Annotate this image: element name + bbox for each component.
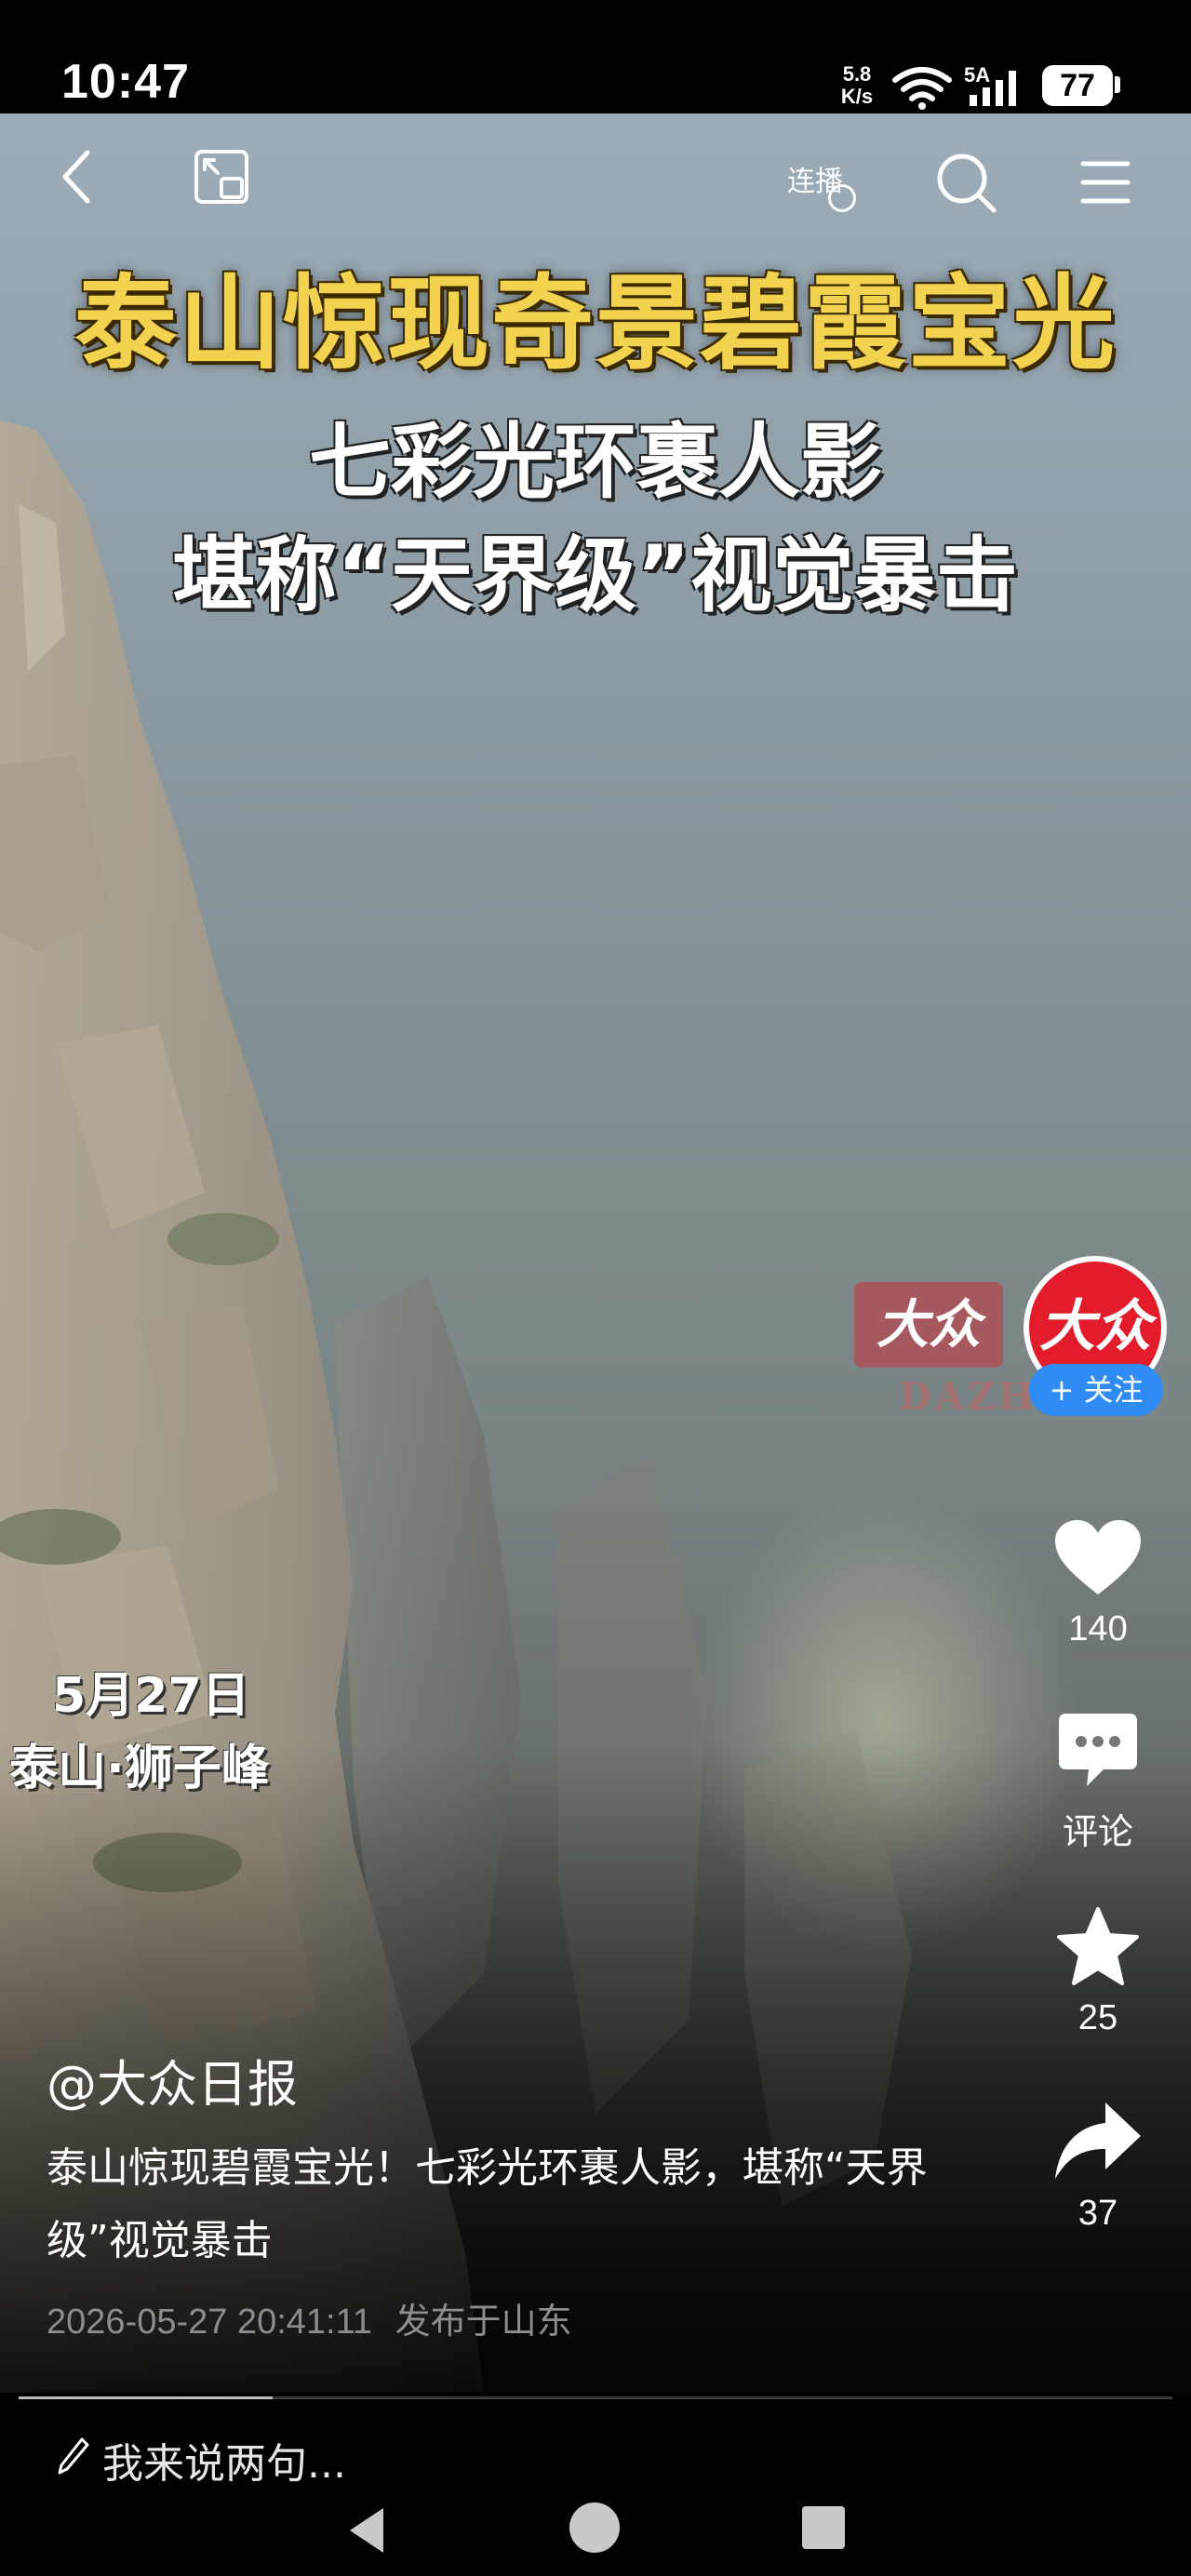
- status-time: 10:47: [61, 55, 190, 109]
- autoplay-off-icon: [828, 184, 856, 212]
- like-count: 140: [1068, 1609, 1128, 1648]
- pencil-icon: [58, 2437, 89, 2475]
- nav-recents-icon[interactable]: [802, 2506, 845, 2549]
- menu-icon[interactable]: [1079, 158, 1131, 207]
- favorite-button[interactable]: 25: [1042, 1905, 1154, 2038]
- share-icon: [1055, 2102, 1141, 2179]
- follow-button[interactable]: + 关注: [1029, 1364, 1163, 1416]
- signal-icon: [970, 71, 1016, 106]
- nav-home-icon[interactable]: [569, 2503, 620, 2553]
- battery-indicator: 77: [1042, 65, 1113, 106]
- network-speed: 5.8 K/s: [834, 63, 880, 108]
- pip-icon[interactable]: [194, 149, 249, 205]
- watermark-logo: 大众: [854, 1282, 1003, 1368]
- network-speed-value: 5.8: [842, 62, 872, 86]
- post-meta: 2026-05-27 20:41:11 发布于山东: [47, 2292, 572, 2343]
- autoplay-toggle[interactable]: 连播: [787, 158, 856, 212]
- video-headline-3: 堪称“天界级”视觉暴击: [173, 527, 1018, 623]
- like-button[interactable]: 140: [1042, 1518, 1154, 1649]
- share-button[interactable]: 37: [1042, 2099, 1154, 2234]
- post-location: 发布于山东: [395, 2302, 572, 2342]
- comment-button[interactable]: 评论: [1042, 1710, 1154, 1854]
- overlay-date: 5月27日: [52, 1668, 250, 1724]
- author-name[interactable]: @大众日报: [47, 2043, 298, 2116]
- comment-label: 评论: [1062, 1813, 1133, 1852]
- favorite-count: 25: [1077, 1998, 1118, 2037]
- wifi-icon: [892, 67, 952, 110]
- comment-icon: [1059, 1714, 1137, 1786]
- comment-input[interactable]: 我来说两句...: [102, 2430, 346, 2489]
- star-icon: [1057, 1907, 1139, 1985]
- overlay-place: 泰山·狮子峰: [9, 1741, 270, 1796]
- battery-tip: [1115, 76, 1120, 93]
- post-description: 泰山惊现碧霞宝光！七彩光环裹人影，堪称“天界级”视觉暴击: [47, 2144, 928, 2264]
- back-icon[interactable]: [58, 149, 95, 205]
- heart-icon: [1055, 1520, 1141, 1595]
- video-headline-1: 泰山惊现奇景碧霞宝光: [74, 264, 1117, 383]
- video-headline-2: 七彩光环裹人影: [308, 414, 882, 510]
- share-count: 37: [1077, 2194, 1118, 2233]
- post-timestamp: 2026-05-27 20:41:11: [47, 2302, 373, 2342]
- search-icon[interactable]: [934, 151, 999, 216]
- network-speed-unit: K/s: [840, 85, 874, 108]
- watermark-text: DAZH: [899, 1375, 1037, 1419]
- nav-back-icon[interactable]: [346, 2506, 387, 2555]
